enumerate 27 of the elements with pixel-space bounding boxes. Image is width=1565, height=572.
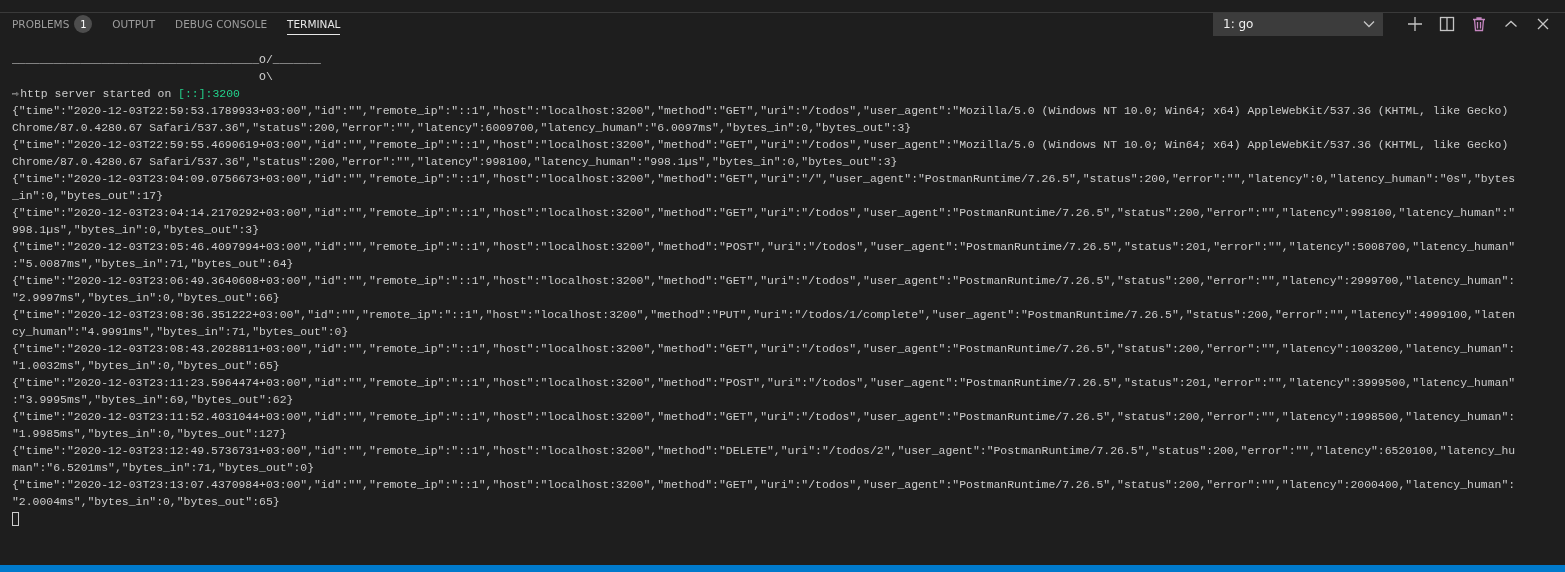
- log-entry: {"time":"2020-12-03T23:11:52.4031044+03:00","id":"","remote_ip":"::1","host":"localhost:3200","method":"GET","uri":"/todos","user_agent":"PostmanRuntime/7.26.5","status":200,"error":"","latency":1998500,"latency_human":"1.9985ms","bytes_in":0,"bytes_out":127}: [12, 409, 1516, 442]
- log-entry: {"time":"2020-12-03T23:08:36.351222+03:00","id":"","remote_ip":"::1","host":"localhost:3200","method":"PUT","uri":"/todos/1/complete","user_agent":"PostmanRuntime/7.26.5","status":200,"error":"","latency":4999100,"latency_human":"4.9991ms","bytes_in":71,"bytes_out":0}: [12, 307, 1516, 340]
- terminal-dropdown[interactable]: 1: go: [1213, 12, 1383, 36]
- count-badge: 1: [74, 15, 93, 33]
- panel-tab[interactable]: TERMINAL: [287, 13, 341, 35]
- panel-tab[interactable]: PROBLEMS: [12, 13, 70, 35]
- panel-tab[interactable]: OUTPUT: [112, 13, 156, 35]
- log-entry: {"time":"2020-12-03T23:12:49.5736731+03:00","id":"","remote_ip":"::1","host":"localhost:3200","method":"DELETE","uri":"/todos/2","user_agent":"PostmanRuntime/7.26.5","status":200,"error":"","latency":6520100,"latency_human":"6.5201ms","bytes_in":71,"bytes_out":0}: [12, 443, 1516, 476]
- log-entry: {"time":"2020-12-03T23:06:49.3640608+03:00","id":"","remote_ip":"::1","host":"localhost:3200","method":"GET","uri":"/todos","user_agent":"PostmanRuntime/7.26.5","status":200,"error":"","latency":2999700,"latency_human":"2.9997ms","bytes_in":0,"bytes_out":66}: [12, 273, 1516, 306]
- log-entry: {"time":"2020-12-03T23:08:43.2028811+03:00","id":"","remote_ip":"::1","host":"localhost:3200","method":"GET","uri":"/todos","user_agent":"PostmanRuntime/7.26.5","status":200,"error":"","latency":1003200,"latency_human":"1.0032ms","bytes_in":0,"bytes_out":65}: [12, 341, 1516, 374]
- server-address: [::]:3200: [178, 86, 240, 102]
- log-entry: {"time":"2020-12-03T22:59:53.1789933+03:00","id":"","remote_ip":"::1","host":"localhost:3200","method":"GET","uri":"/todos","user_agent":"Mozilla/5.0 (Windows NT 10.0; Win64; x64) AppleWebKit/537.36 (KHTML, like Gecko) Chrome/87.0.4280.67 Safari/537.36","status":200,"error":"","latency":6009700,"latency_human":"6.0097ms","bytes_in":0,"bytes_out":3}: [12, 103, 1510, 136]
- log-entry: {"time":"2020-12-03T23:05:46.4097994+03:00","id":"","remote_ip":"::1","host":"localhost:3200","method":"POST","uri":"/todos","user_agent":"PostmanRuntime/7.26.5","status":201,"error":"","latency":5008700,"latency_human":"5.0087ms","bytes_in":71,"bytes_out":64}: [12, 239, 1516, 272]
- server-message: http server started on: [20, 86, 172, 102]
- log-entry: {"time":"2020-12-03T23:13:07.4370984+03:00","id":"","remote_ip":"::1","host":"localhost:3200","method":"GET","uri":"/todos","user_agent":"PostmanRuntime/7.26.5","status":200,"error":"","latency":2000400,"latency_human":"2.0004ms","bytes_in":0,"bytes_out":65}: [12, 477, 1516, 510]
- prompt-arrow: ⇨: [12, 86, 19, 102]
- banner-line: ____________________________________O/_______: [12, 52, 322, 68]
- banner-line: O\: [258, 69, 274, 85]
- terminal-cursor: [12, 512, 19, 526]
- split-icon[interactable]: [1437, 14, 1457, 34]
- plus-icon[interactable]: [1405, 14, 1425, 34]
- chevron-down-icon: [1363, 20, 1375, 28]
- log-entry: {"time":"2020-12-03T23:04:14.2170292+03:00","id":"","remote_ip":"::1","host":"localhost:3200","method":"GET","uri":"/todos","user_agent":"PostmanRuntime/7.26.5","status":200,"error":"","latency":998100,"latency_human":"998.1µs","bytes_in":0,"bytes_out":3}: [12, 205, 1516, 238]
- log-entry: {"time":"2020-12-03T23:11:23.5964474+03:00","id":"","remote_ip":"::1","host":"localhost:3200","method":"POST","uri":"/todos","user_agent":"PostmanRuntime/7.26.5","status":201,"error":"","latency":3999500,"latency_human":"3.9995ms","bytes_in":69,"bytes_out":62}: [12, 375, 1516, 408]
- log-entry: {"time":"2020-12-03T22:59:55.4690619+03:00","id":"","remote_ip":"::1","host":"localhost:3200","method":"GET","uri":"/todos","user_agent":"Mozilla/5.0 (Windows NT 10.0; Win64; x64) AppleWebKit/537.36 (KHTML, like Gecko) Chrome/87.0.4280.67 Safari/537.36","status":200,"error":"","latency":998100,"latency_human":"998.1µs","bytes_in":0,"bytes_out":3}: [12, 137, 1510, 170]
- panel-tab[interactable]: DEBUG CONSOLE: [175, 13, 268, 35]
- log-entry: {"time":"2020-12-03T23:04:09.0756673+03:00","id":"","remote_ip":"::1","host":"localhost:3200","method":"GET","uri":"/","user_agent":"PostmanRuntime/7.26.5","status":200,"error":"","latency":0,"latency_human":"0s","bytes_in":0,"bytes_out":17}: [12, 171, 1516, 204]
